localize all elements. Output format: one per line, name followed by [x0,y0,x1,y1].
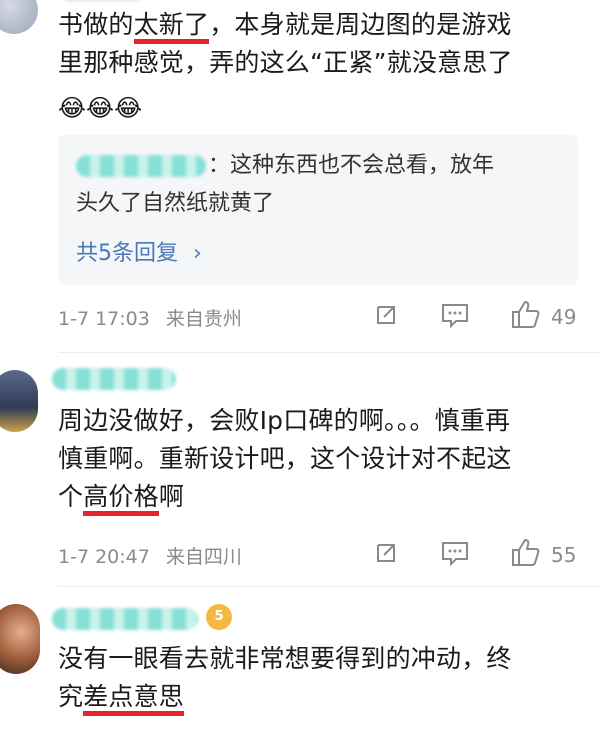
comment-icon[interactable] [440,539,470,567]
vip-badge-icon: 5 [206,604,232,630]
comment-meta: 1-7 20:47 来自四川 [58,542,242,569]
reply-username[interactable] [76,155,206,177]
laugh-cry-emoji: 😂 [58,94,87,122]
like-icon[interactable] [510,537,542,567]
highlighted-phrase: 高价格 [83,482,159,516]
comment-meta: 1-7 17:03 来自贵州 [58,304,242,331]
username[interactable] [52,608,198,630]
reply-text: ：这种东西也不会总看，放年 [208,153,495,178]
share-icon[interactable] [372,301,400,329]
comment-text: 周边没做好，会败Ip口碑的啊。。。慎重再 慎重啊。重新设计吧，这个设计对不起这 … [58,402,588,516]
share-icon[interactable] [372,539,400,567]
emoji-row: 😂😂😂 [58,94,142,122]
like-count: 55 [551,543,577,567]
divider [58,352,600,353]
comment-icon[interactable] [440,301,470,329]
location: 来自四川 [165,546,242,568]
location: 来自贵州 [165,308,242,330]
timestamp: 1-7 17:03 [58,308,150,330]
laugh-cry-emoji: 😂 [86,94,115,122]
like-count: 49 [551,305,577,329]
avatar[interactable] [0,370,38,432]
comment-text: 没有一眼看去就非常想要得到的冲动，终 究差点意思 [58,640,588,716]
highlighted-phrase: 太新了 [133,10,210,44]
reply-text-line2: 头久了自然纸就黄了 [76,191,275,216]
avatar[interactable] [0,604,40,674]
comment-text: 书做的太新了，本身就是周边图的是游戏 里那种感觉，弄的这么“正紧”就没意思了 [58,10,513,77]
view-more-replies-link[interactable]: 共5条回复 › [76,235,202,267]
laugh-cry-emoji: 😂 [114,94,143,122]
divider [58,586,600,587]
chevron-right-icon: › [193,241,202,266]
badge-level: 5 [214,609,224,624]
username[interactable] [52,368,176,390]
avatar[interactable] [0,0,38,34]
reply-preview[interactable]: ：这种东西也不会总看，放年 头久了自然纸就黄了 共5条回复 › [58,135,578,285]
highlighted-phrase: 差点意思 [83,682,185,716]
timestamp: 1-7 20:47 [58,546,150,568]
like-icon[interactable] [510,299,542,329]
